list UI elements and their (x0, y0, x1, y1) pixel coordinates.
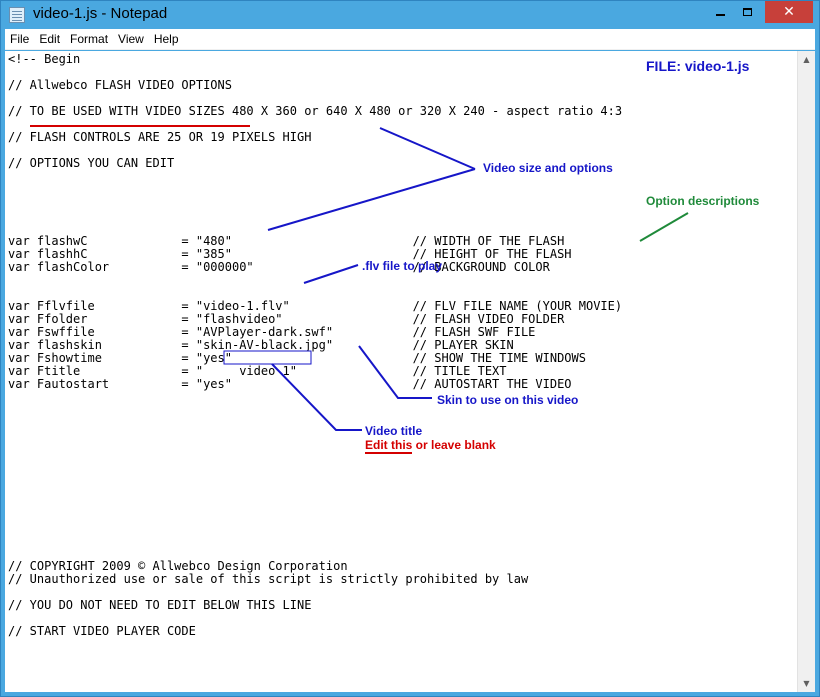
option-descriptions-label: Option descriptions (646, 194, 760, 208)
file-label: FILE: video-1.js (646, 58, 750, 74)
flv-file-label: .flv file to play (362, 259, 443, 273)
video-title-label: Video title (365, 424, 423, 438)
maximize-icon (742, 8, 752, 16)
arrow-down-icon[interactable]: ▼ (798, 675, 815, 692)
notepad-window: video-1.js - Notepad ✕ File Edit Format … (0, 0, 820, 697)
menu-format[interactable]: Format (65, 30, 113, 49)
maximize-button[interactable] (734, 1, 760, 23)
video-size-label: Video size and options (483, 161, 613, 175)
menu-view[interactable]: View (113, 30, 149, 49)
vertical-scrollbar[interactable]: ▲ ▼ (797, 51, 815, 692)
menu-edit[interactable]: Edit (34, 30, 65, 49)
window-title: video-1.js - Notepad (33, 5, 168, 22)
arrow-up-icon[interactable]: ▲ (798, 51, 815, 68)
menu-bar: File Edit Format View Help (5, 29, 815, 50)
menu-help[interactable]: Help (149, 30, 184, 49)
skin-label: Skin to use on this video (437, 393, 579, 407)
close-button[interactable]: ✕ (765, 1, 813, 23)
title-bar[interactable]: video-1.js - Notepad ✕ (1, 1, 819, 29)
close-icon: ✕ (783, 4, 795, 20)
edit-hint-label: Edit this or leave blank (365, 438, 496, 452)
minimize-icon (715, 14, 725, 16)
notepad-icon[interactable] (9, 7, 25, 23)
menu-file[interactable]: File (5, 30, 34, 49)
document-text[interactable]: <!-- Begin // Allwebco FLASH VIDEO OPTIO… (8, 53, 622, 638)
minimize-button[interactable] (707, 1, 733, 23)
text-editor-area[interactable]: <!-- Begin // Allwebco FLASH VIDEO OPTIO… (5, 51, 797, 692)
